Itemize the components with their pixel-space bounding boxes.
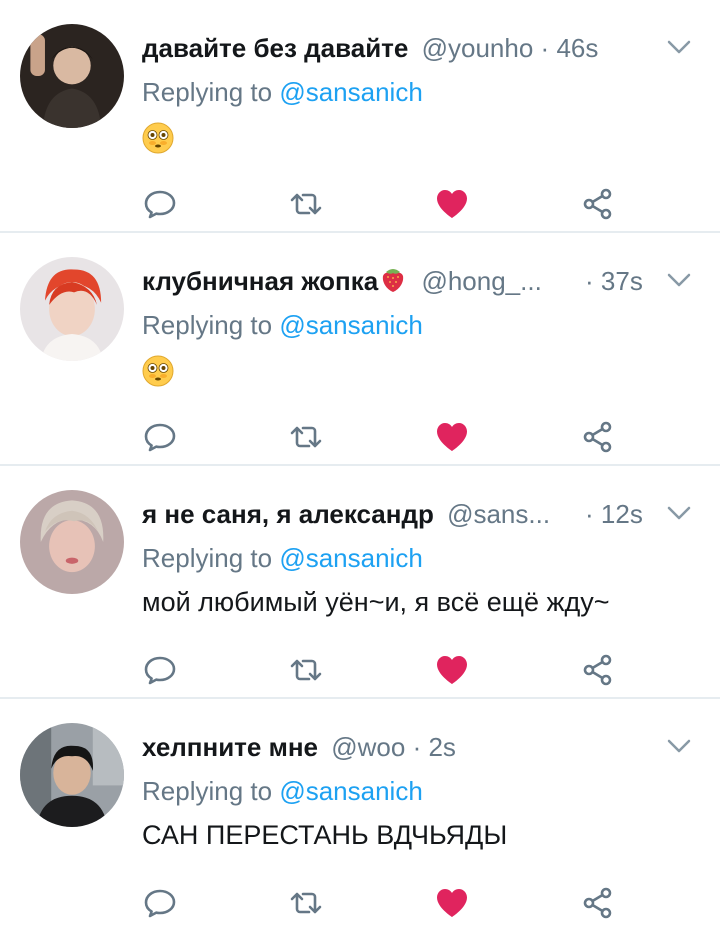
heart-icon bbox=[437, 190, 467, 218]
tweet-header: клубничная жопка @hong_... · 37s bbox=[142, 263, 643, 299]
chevron-down-icon[interactable] bbox=[666, 737, 692, 755]
heart-icon bbox=[437, 423, 467, 451]
mention-link[interactable]: @sansanich bbox=[279, 77, 422, 107]
user-handle[interactable]: @younho bbox=[422, 33, 534, 63]
replying-to: Replying to @sansanich bbox=[142, 76, 423, 108]
separator-dot: · bbox=[540, 33, 550, 63]
tweet[interactable]: я не саня, я александр @sans... · 12s Re… bbox=[0, 466, 720, 699]
retweet-icon bbox=[290, 193, 322, 215]
display-name[interactable]: давайте без давайте bbox=[142, 33, 408, 63]
tweet-header: хелпните мне @woo · 2s bbox=[142, 729, 630, 765]
timestamp[interactable]: 46s bbox=[556, 33, 598, 63]
tweet-header: я не саня, я александр @sans... · 12s bbox=[142, 496, 643, 532]
reply-button[interactable] bbox=[142, 186, 178, 222]
retweet-icon bbox=[290, 426, 322, 448]
retweet-icon bbox=[290, 659, 322, 681]
reply-icon bbox=[144, 190, 176, 219]
separator-dot: · bbox=[412, 732, 422, 762]
user-handle[interactable]: @sans... bbox=[447, 499, 550, 529]
replying-label: Replying to bbox=[142, 776, 273, 806]
avatar[interactable] bbox=[20, 24, 124, 128]
chevron-down-icon[interactable] bbox=[666, 38, 692, 56]
heart-icon bbox=[437, 656, 467, 684]
timestamp-wrap: · 37s bbox=[585, 263, 643, 299]
chevron-down-icon[interactable] bbox=[666, 504, 692, 522]
retweet-button[interactable] bbox=[288, 186, 324, 222]
timestamp[interactable]: 2s bbox=[428, 732, 455, 762]
share-icon bbox=[583, 654, 612, 686]
replying-label: Replying to bbox=[142, 310, 273, 340]
retweet-button[interactable] bbox=[288, 885, 324, 921]
avatar[interactable] bbox=[20, 723, 124, 827]
mention-link[interactable]: @sansanich bbox=[279, 776, 422, 806]
like-button[interactable] bbox=[434, 186, 470, 222]
tweet-actions bbox=[142, 652, 720, 688]
tweet[interactable]: клубничная жопка @hong_... · 37s Replyin… bbox=[0, 233, 720, 466]
reply-button[interactable] bbox=[142, 652, 178, 688]
timestamp[interactable]: 12s bbox=[601, 499, 643, 529]
share-icon bbox=[583, 887, 612, 919]
tweet-actions bbox=[142, 419, 720, 455]
like-button[interactable] bbox=[434, 652, 470, 688]
avatar[interactable] bbox=[20, 490, 124, 594]
avatar[interactable] bbox=[20, 257, 124, 361]
reply-icon bbox=[144, 423, 176, 452]
retweet-button[interactable] bbox=[288, 652, 324, 688]
reply-button[interactable] bbox=[142, 885, 178, 921]
separator-dot: · bbox=[585, 266, 594, 296]
tweet-text bbox=[142, 118, 174, 154]
tweet-text: мой любимый уён~и, я всё ещё жду~ bbox=[142, 587, 610, 617]
flushed-face-icon bbox=[142, 122, 174, 154]
like-button[interactable] bbox=[434, 885, 470, 921]
display-name[interactable]: клубничная жопка bbox=[142, 266, 378, 296]
flushed-face-icon bbox=[142, 355, 174, 387]
replying-to: Replying to @sansanich bbox=[142, 309, 423, 341]
tweet-text bbox=[142, 351, 174, 387]
share-icon bbox=[583, 421, 612, 453]
tweet-actions bbox=[142, 186, 720, 222]
share-button[interactable] bbox=[580, 885, 616, 921]
retweet-icon bbox=[290, 892, 322, 914]
retweet-button[interactable] bbox=[288, 419, 324, 455]
timestamp-wrap: · 12s bbox=[585, 496, 643, 532]
mention-link[interactable]: @sansanich bbox=[279, 310, 422, 340]
reply-button[interactable] bbox=[142, 419, 178, 455]
share-button[interactable] bbox=[580, 419, 616, 455]
tweet-text: САН ПЕРЕСТАНЬ ВДЧЬЯДЫ bbox=[142, 820, 508, 850]
like-button[interactable] bbox=[434, 419, 470, 455]
replying-label: Replying to bbox=[142, 77, 273, 107]
timestamp[interactable]: 37s bbox=[601, 266, 643, 296]
heart-icon bbox=[437, 889, 467, 917]
replying-to: Replying to @sansanich bbox=[142, 775, 423, 807]
share-icon bbox=[583, 188, 612, 220]
display-name[interactable]: хелпните мне bbox=[142, 732, 318, 762]
tweet[interactable]: хелпните мне @woo · 2s Replying to @sans… bbox=[0, 699, 720, 932]
display-name[interactable]: я не саня, я александр bbox=[142, 499, 434, 529]
strawberry-icon bbox=[383, 269, 404, 292]
replying-label: Replying to bbox=[142, 543, 273, 573]
replying-to: Replying to @sansanich bbox=[142, 542, 423, 574]
separator-dot: · bbox=[585, 499, 594, 529]
reply-icon bbox=[144, 889, 176, 918]
user-handle[interactable]: @hong_... bbox=[421, 266, 541, 296]
share-button[interactable] bbox=[580, 652, 616, 688]
tweet[interactable]: давайте без давайте @younho · 46s Replyi… bbox=[0, 0, 720, 233]
user-handle[interactable]: @woo bbox=[331, 732, 405, 762]
tweet-header: давайте без давайте @younho · 46s bbox=[142, 30, 630, 66]
tweet-actions bbox=[142, 885, 720, 921]
mention-link[interactable]: @sansanich bbox=[279, 543, 422, 573]
chevron-down-icon[interactable] bbox=[666, 271, 692, 289]
share-button[interactable] bbox=[580, 186, 616, 222]
reply-icon bbox=[144, 656, 176, 685]
